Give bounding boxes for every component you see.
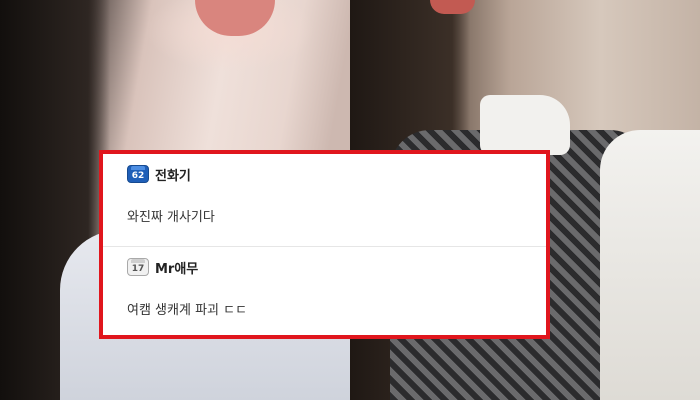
level-badge-icon: 17 <box>127 258 149 276</box>
comment-item: 17 Mr애무 여캠 생캐계 파괴 ㄷㄷ <box>103 247 546 345</box>
comment-header: 62 전화기 <box>127 164 546 184</box>
comment-text: 여캠 생캐계 파괴 ㄷㄷ <box>127 303 248 318</box>
comment-text: 와진짜 개사기다 <box>127 210 215 225</box>
comment-item: 62 전화기 와진짜 개사기다 <box>103 154 546 247</box>
comment-username[interactable]: 전화기 <box>155 165 191 184</box>
photo-collar-right <box>480 95 570 155</box>
comment-header: 17 Mr애무 <box>127 257 546 277</box>
comment-list-highlight: 62 전화기 와진짜 개사기다 17 Mr애무 여캠 생캐계 파괴 ㄷㄷ <box>99 150 550 339</box>
photo-sleeve-right <box>600 130 700 400</box>
level-badge-icon: 62 <box>127 165 149 183</box>
photo-lips-left <box>195 0 275 36</box>
photo-lips-right <box>430 0 475 14</box>
comment-username[interactable]: Mr애무 <box>155 258 198 277</box>
